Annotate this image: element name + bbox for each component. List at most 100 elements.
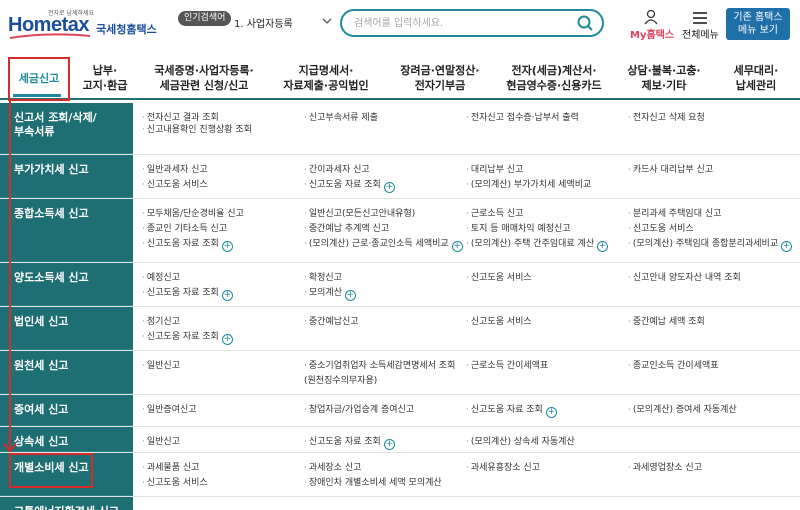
menu-link[interactable]: · 근로소득 간이세액표: [466, 360, 548, 372]
menu-link[interactable]: · 신고도움 서비스: [142, 179, 208, 191]
menu-link[interactable]: · 정기신고: [142, 316, 180, 328]
expand-plus-icon[interactable]: +: [781, 241, 793, 252]
search-input[interactable]: [354, 15, 574, 31]
nav-tab-5[interactable]: 전자(세금)계산서· 현금영수증·신용카드: [492, 60, 616, 96]
nav-tab-1[interactable]: 납부· 고지·환급: [72, 60, 138, 96]
menu-link[interactable]: · 중간예납신고: [304, 316, 359, 328]
menu-row-category[interactable]: 법인세 신고: [0, 307, 133, 350]
my-hometax-label: My홈택스: [630, 30, 675, 41]
expand-plus-icon[interactable]: +: [345, 290, 356, 301]
menu-link[interactable]: · 장애인차 개별소비세 세액 모의계산: [304, 477, 442, 489]
menu-link[interactable]: · 과세유흥장소 신고: [466, 462, 540, 474]
menu-link[interactable]: · 신고도움 서비스: [466, 272, 532, 284]
menu-link[interactable]: · 신고도움 서비스: [142, 477, 208, 489]
menu-link[interactable]: · 토지 등 매매차익 예정신고: [466, 223, 571, 235]
menu-row: 증여세 신고 · 일반증여신고 · 창업자금/가업승계 증여신고 · 신고도움 자료 조회 +…: [0, 395, 800, 427]
menu-link[interactable]: · 신고안내 양도자산 내역 조회: [628, 272, 741, 284]
menu-link[interactable]: · 일반신고: [142, 436, 180, 448]
menu-row-category[interactable]: 종합소득세 신고: [0, 199, 133, 262]
menu-row-category[interactable]: 교통에너지환경세 신고: [0, 497, 133, 510]
expand-plus-icon[interactable]: +: [383, 439, 395, 450]
menu-row-category[interactable]: 상속세 신고: [0, 427, 133, 452]
search-icon[interactable]: [576, 14, 594, 32]
menu-link[interactable]: · 전자신고 결과 조회: [142, 112, 219, 124]
menu-link[interactable]: · 신고도움 자료 조회 +: [466, 404, 557, 418]
menu-link[interactable]: · (모의계산) 증여세 자동계산: [628, 404, 737, 416]
menu-link[interactable]: · 중간예납 추계액 신고: [304, 223, 389, 235]
menu-row-category[interactable]: 부가가치세 신고: [0, 155, 133, 198]
chevron-down-icon[interactable]: [322, 17, 332, 25]
menu-link[interactable]: · (모의계산) 주택임대 종합분리과세비교 +: [628, 238, 793, 252]
menu-link[interactable]: · 창업자금/가업승계 증여신고: [304, 404, 414, 416]
menu-link[interactable]: (원천징수의무자용): [304, 375, 377, 387]
popular-keyword-item[interactable]: 1. 사업자등록: [234, 15, 293, 30]
menu-link[interactable]: · 신고도움 자료 조회 +: [142, 287, 233, 301]
menu-link[interactable]: · (모의계산) 상속세 자동계산: [466, 436, 575, 448]
hometax-logo[interactable]: 전자로 납세하세요 Hometax 국세청홈택스: [8, 8, 157, 39]
classic-menu-button[interactable]: 기존 홈택스 메뉴 보기: [726, 8, 790, 40]
menu-row-category[interactable]: 양도소득세 신고: [0, 263, 133, 306]
menu-link[interactable]: · 일반신고(모든신고안내유형): [304, 208, 415, 220]
nav-tab-7[interactable]: 세무대리· 납세관리: [716, 60, 796, 96]
bullet-icon: ·: [142, 209, 145, 219]
menu-link[interactable]: · 확정신고: [304, 272, 342, 284]
menu-link[interactable]: · 과세물품 신고: [142, 462, 199, 474]
expand-plus-icon[interactable]: +: [383, 182, 395, 193]
menu-row-category[interactable]: 증여세 신고: [0, 395, 133, 426]
nav-tab-2[interactable]: 국세증명·사업자등록· 세금관련 신청/신고: [140, 60, 268, 96]
menu-link-label: 신고도움 자료 조회: [146, 288, 219, 298]
menu-link[interactable]: · 중간예납 세액 조회: [628, 316, 705, 328]
menu-link[interactable]: · 종교인소득 간이세액표: [628, 360, 719, 372]
menu-link[interactable]: · 대리납부 신고: [466, 164, 523, 176]
menu-link[interactable]: · 예정신고: [142, 272, 180, 284]
menu-link[interactable]: · 일반증여신고: [142, 404, 197, 416]
menu-link[interactable]: · 신고부속서류 제출: [304, 112, 378, 124]
menu-link[interactable]: · 근로소득 신고: [466, 208, 523, 220]
popular-keywords[interactable]: 인기검색어 1. 사업자등록: [178, 11, 336, 35]
menu-link-label: 신고도움 자료 조회: [146, 332, 219, 342]
menu-link[interactable]: · 중소기업취업자 소득세감면명세서 조회: [304, 360, 455, 372]
expand-plus-icon[interactable]: +: [221, 241, 233, 252]
expand-plus-icon[interactable]: +: [221, 290, 233, 301]
expand-plus-icon[interactable]: +: [451, 241, 463, 252]
menu-link[interactable]: · 신고도움 서비스: [466, 316, 532, 328]
nav-tab-6[interactable]: 상담·불복·고충· 제보·기타: [616, 60, 712, 96]
menu-link[interactable]: · 일반과세자 신고: [142, 164, 208, 176]
bullet-icon: ·: [142, 165, 145, 175]
menu-link[interactable]: · 모의계산 +: [304, 287, 356, 301]
menu-link[interactable]: · 신고도움 자료 조회 +: [142, 238, 233, 252]
menu-link[interactable]: · 종교인 기타소득 신고: [142, 223, 227, 235]
menu-link[interactable]: · 간이과세자 신고: [304, 164, 370, 176]
expand-plus-icon[interactable]: +: [221, 334, 233, 345]
menu-link-label: 신고내용확인 진행상황 조회: [146, 125, 252, 135]
menu-link[interactable]: · 과세영업장소 신고: [628, 462, 702, 474]
menu-link[interactable]: · (모의계산) 부가가치세 세액비교: [466, 179, 591, 191]
bullet-icon: ·: [628, 463, 631, 473]
menu-row-category[interactable]: 원천세 신고: [0, 351, 133, 394]
menu-link[interactable]: · 과세장소 신고: [304, 462, 361, 474]
my-hometax-button[interactable]: My홈택스: [628, 9, 674, 41]
expand-plus-icon[interactable]: +: [597, 241, 609, 252]
menu-link-label: 근로소득 신고: [470, 209, 524, 219]
menu-link[interactable]: · 신고도움 자료 조회 +: [142, 331, 233, 345]
menu-link[interactable]: · (모의계산) 주택 간주임대료 계산 +: [466, 238, 609, 252]
menu-link[interactable]: · 전자신고 접수증·납부서 출력: [466, 112, 579, 124]
nav-tab-3[interactable]: 지급명세서· 자료제출·공익법인: [270, 60, 382, 96]
nav-tab-4[interactable]: 장려금·연말정산· 전자기부금: [384, 60, 496, 96]
all-menu-button[interactable]: 전체메뉴: [680, 9, 722, 41]
menu-link[interactable]: · 분리과세 주택임대 신고: [628, 208, 721, 220]
menu-link[interactable]: · 전자신고 삭제 요청: [628, 112, 705, 124]
category-label: 신고서 조회/삭제/: [14, 111, 97, 124]
menu-link[interactable]: · 일반신고: [142, 360, 180, 372]
menu-link[interactable]: · 신고내용확인 진행상황 조회: [142, 124, 252, 136]
nav-tab-label: 상담·불복·고충· 제보·기타: [627, 63, 700, 93]
menu-link[interactable]: · 신고도움 서비스: [628, 223, 694, 235]
expand-plus-icon[interactable]: +: [545, 407, 557, 418]
menu-link[interactable]: · 모두채움/단순경비율 신고: [142, 208, 244, 220]
menu-row-category[interactable]: 신고서 조회/삭제/부속서류: [0, 103, 133, 154]
menu-link[interactable]: · 신고도움 자료 조회 +: [304, 436, 395, 450]
menu-link[interactable]: · (모의계산) 근로·종교인소득 세액비교 +: [304, 238, 463, 252]
menu-link-label: 모두채움/단순경비율 신고: [146, 209, 244, 219]
menu-link[interactable]: · 카드사 대리납부 신고: [628, 164, 713, 176]
menu-link[interactable]: · 신고도움 자료 조회 +: [304, 179, 395, 193]
